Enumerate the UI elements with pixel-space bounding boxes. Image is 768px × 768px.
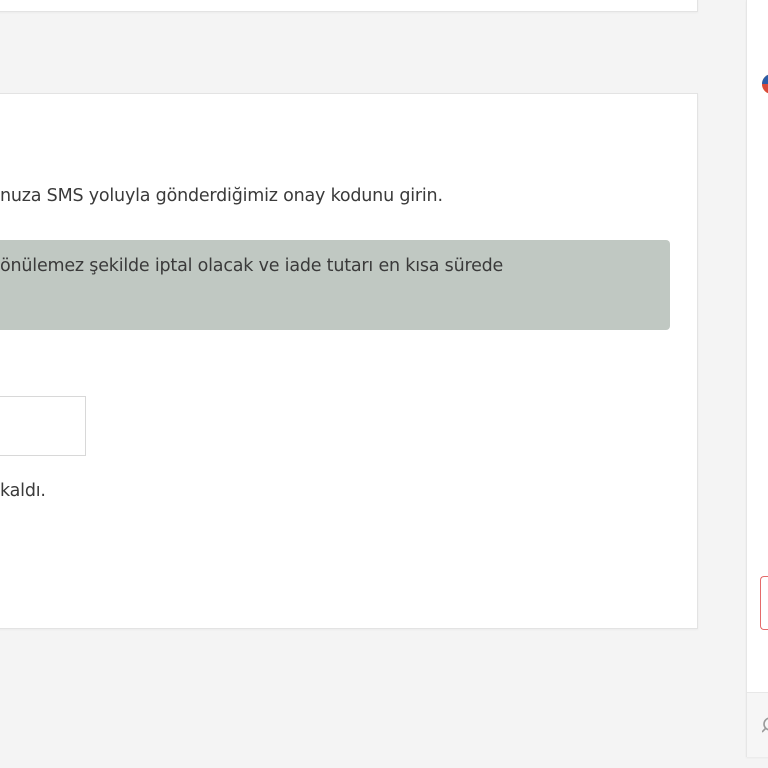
sms-verification-card bbox=[0, 93, 698, 629]
sms-code-input[interactable] bbox=[0, 396, 86, 456]
brand-logo-icon bbox=[762, 74, 768, 94]
warning-box bbox=[0, 240, 670, 330]
sms-instruction-text: nuza SMS yoluyla gönderdiğimiz onay kodu… bbox=[0, 186, 443, 206]
previous-card bbox=[0, 0, 698, 12]
warning-text: önülemez şekilde iptal olacak ve iade tu… bbox=[0, 256, 504, 276]
countdown-text: kaldı. bbox=[0, 481, 46, 501]
right-side-panel bbox=[746, 0, 768, 757]
search-icon[interactable] bbox=[762, 716, 768, 734]
red-outline-button[interactable] bbox=[760, 576, 768, 630]
